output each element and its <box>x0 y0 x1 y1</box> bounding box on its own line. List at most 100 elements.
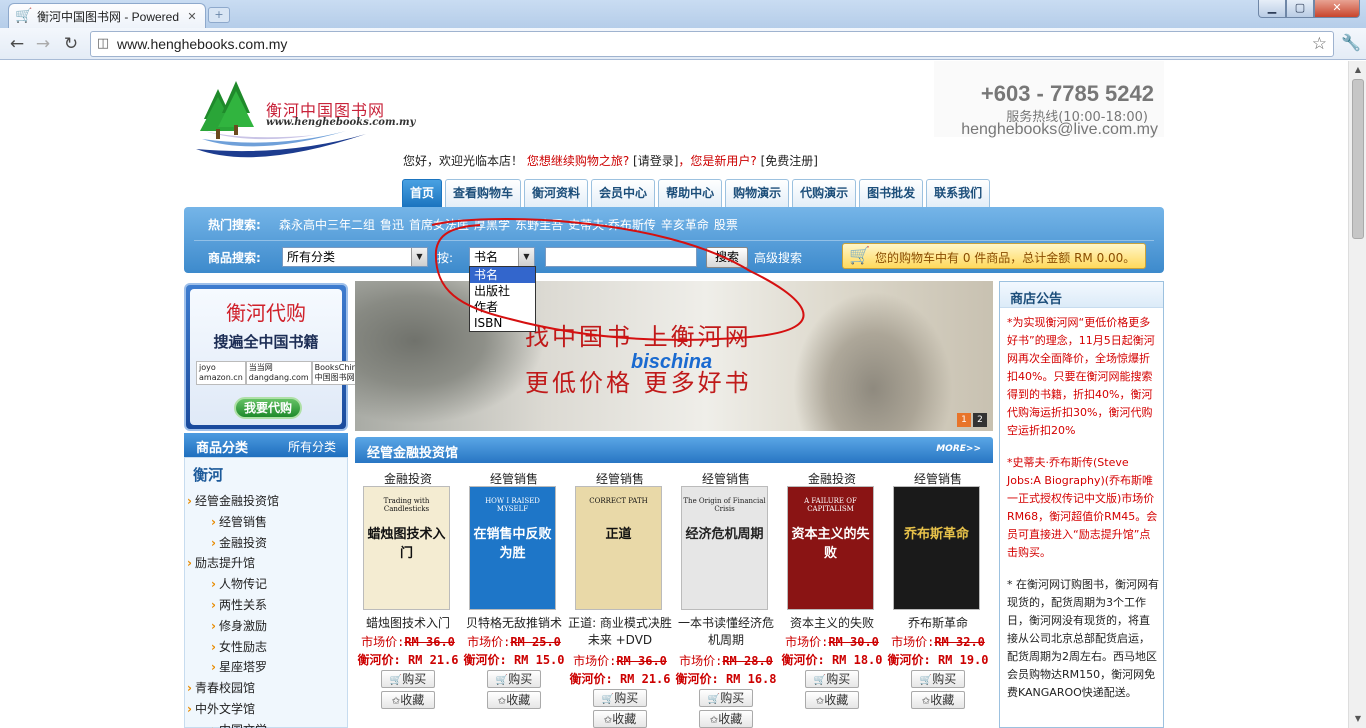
bookmark-star-icon[interactable]: ☆ <box>1312 34 1327 54</box>
category-item[interactable]: 女性励志 <box>211 638 267 655</box>
hot-term[interactable]: 首席女法医 <box>409 218 469 232</box>
book-cover-image[interactable]: 蜡烛图技术入门 Trading with Candlesticks <box>363 486 450 610</box>
book-cover-image[interactable]: 在销售中反败为胜 HOW I RAISED MYSELF <box>469 486 556 610</box>
proxy-service-banner[interactable]: 衡河代购 搜遍全中国书籍 joyo amazon.cn 当当网 dangdang… <box>184 283 385 431</box>
category-item[interactable]: 金融投资 <box>211 534 267 551</box>
nav-tab-8[interactable]: 联系我们 <box>926 179 991 207</box>
all-categories-link[interactable]: 所有分类 <box>288 438 336 455</box>
new-tab-button[interactable]: + <box>208 7 230 23</box>
hengh-price: 衡河价: RM 21.6 <box>567 670 673 687</box>
nav-tab-5[interactable]: 购物演示 <box>725 179 790 207</box>
nav-tab-3[interactable]: 会员中心 <box>591 179 656 207</box>
buy-button[interactable]: 🛒购买 <box>381 670 435 688</box>
hot-term[interactable]: 史蒂夫·乔布斯传 <box>568 218 656 232</box>
hot-term[interactable]: 辛亥革命 <box>661 218 709 232</box>
product-name[interactable]: 资本主义的失败 <box>779 615 885 632</box>
window-minimize-button[interactable]: ▁ <box>1258 0 1286 18</box>
book-cover-image[interactable]: 正道 CORRECT PATH <box>575 486 662 610</box>
product-name[interactable]: 贝特格无敌推销术 <box>461 615 567 632</box>
cart-summary[interactable]: 🛒 您的购物车中有 0 件商品，总计金额 RM 0.00。 <box>842 243 1146 269</box>
scrollbar-thumb[interactable] <box>1352 79 1364 239</box>
hengh-price-value: RM 21.6 <box>407 653 459 667</box>
forward-arrow-icon[interactable]: → <box>32 33 54 55</box>
product-name[interactable]: 一本书读懂经济危机周期 <box>673 615 779 649</box>
category-item[interactable]: 经管金融投资馆 <box>187 492 279 509</box>
wrench-menu-icon[interactable]: 🔧 <box>1340 32 1362 54</box>
buy-button[interactable]: 🛒购买 <box>699 689 753 707</box>
star-icon: ✩ <box>391 696 401 707</box>
book-cover-image[interactable]: 资本主义的失败 A FAILURE OF CAPITALISM <box>787 486 874 610</box>
nav-tab-4[interactable]: 帮助中心 <box>658 179 723 207</box>
category-item[interactable]: 人物传记 <box>211 575 267 592</box>
hengh-price-value: RM 18.0 <box>831 653 883 667</box>
hero-banner[interactable]: 找中国书 上衡河网 bischina 更低价格 更多好书 1 2 <box>355 281 993 431</box>
login-link[interactable]: [请登录] <box>633 154 678 168</box>
category-item[interactable]: 青春校园馆 <box>187 679 255 696</box>
search-by-select[interactable]: 书名 ▼ <box>469 247 535 267</box>
nav-tab-1[interactable]: 查看购物车 <box>445 179 522 207</box>
buy-button[interactable]: 🛒购买 <box>911 670 965 688</box>
category-item[interactable]: 中外文学馆 <box>187 700 255 717</box>
favorite-button[interactable]: ✩收藏 <box>381 691 435 709</box>
nav-tab-7[interactable]: 图书批发 <box>859 179 924 207</box>
proxy-buy-button[interactable]: 我要代购 <box>234 397 302 419</box>
product-name[interactable]: 乔布斯革命 <box>885 615 991 632</box>
address-bar[interactable]: ◫ www.henghebooks.com.my ☆ <box>90 31 1334 57</box>
favorite-button[interactable]: ✩收藏 <box>699 710 753 728</box>
window-close-button[interactable]: ✕ <box>1314 0 1360 18</box>
search-by-option[interactable]: ISBN <box>470 315 535 331</box>
search-by-option[interactable]: 书名 <box>470 267 535 283</box>
hot-term[interactable]: 厚黑学 <box>474 218 510 232</box>
hot-term[interactable]: 股票 <box>714 218 738 232</box>
search-by-option[interactable]: 作者 <box>470 299 535 315</box>
window-maximize-button[interactable]: ▢ <box>1286 0 1314 18</box>
search-button[interactable]: 搜索 <box>706 247 748 268</box>
category-item[interactable]: 修身激励 <box>211 617 267 634</box>
banner-page-1[interactable]: 1 <box>957 413 971 427</box>
nav-tab-2[interactable]: 衡河资料 <box>524 179 589 207</box>
favorite-button[interactable]: ✩收藏 <box>487 691 541 709</box>
hengh-price-value: RM 15.0 <box>513 653 565 667</box>
hot-term[interactable]: 东野圭吾 <box>515 218 563 232</box>
category-header: 商品分类 所有分类 <box>184 433 348 457</box>
nav-tab-0[interactable]: 首页 <box>402 179 443 207</box>
buy-button[interactable]: 🛒购买 <box>805 670 859 688</box>
banner-page-2[interactable]: 2 <box>973 413 987 427</box>
buy-button[interactable]: 🛒购买 <box>593 689 647 707</box>
hengh-price-label: 衡河价: <box>357 653 401 667</box>
favorite-button[interactable]: ✩收藏 <box>805 691 859 709</box>
category-item[interactable]: 两性关系 <box>211 596 267 613</box>
book-cover-image[interactable]: 经济危机周期 The Origin of Financial Crisis <box>681 486 768 610</box>
browser-tab[interactable]: 🛒 衡河中国图书网 - Powered ✕ <box>8 3 206 28</box>
site-logo[interactable]: 衡河中国图书网 www.henghebooks.com.my <box>196 79 415 161</box>
scroll-down-icon[interactable]: ▼ <box>1351 712 1365 726</box>
reload-icon[interactable]: ↻ <box>60 33 82 55</box>
category-root[interactable]: 衡河 <box>193 464 223 485</box>
hot-term[interactable]: 鲁迅 <box>380 218 404 232</box>
back-arrow-icon[interactable]: ← <box>6 33 28 55</box>
favorite-button[interactable]: ✩收藏 <box>911 691 965 709</box>
advanced-search-link[interactable]: 高级搜索 <box>754 249 802 266</box>
product-name[interactable]: 蜡烛图技术入门 <box>355 615 461 632</box>
category-item[interactable]: 经管销售 <box>211 513 267 530</box>
category-item[interactable]: 中国文学 <box>211 721 267 728</box>
buy-label: 购买 <box>932 672 957 686</box>
cart-summary-text: 您的购物车中有 0 件商品，总计金额 RM 0.00。 <box>875 251 1136 265</box>
buy-button[interactable]: 🛒购买 <box>487 670 541 688</box>
register-link[interactable]: [免费注册] <box>761 154 818 168</box>
scroll-up-icon[interactable]: ▲ <box>1351 63 1365 77</box>
category-item[interactable]: 励志提升馆 <box>187 554 255 571</box>
more-link[interactable]: MORE>> <box>936 444 981 454</box>
book-cover-image[interactable]: 乔布斯革命 <box>893 486 980 610</box>
category-item[interactable]: 星座塔罗 <box>211 658 267 675</box>
search-by-option[interactable]: 出版社 <box>470 283 535 299</box>
tab-close-icon[interactable]: ✕ <box>185 10 199 23</box>
favorite-button[interactable]: ✩收藏 <box>593 710 647 728</box>
vertical-scrollbar[interactable]: ▲ ▼ <box>1348 61 1366 728</box>
category-select[interactable]: 所有分类 ▼ <box>282 247 428 267</box>
nav-tab-6[interactable]: 代购演示 <box>792 179 857 207</box>
keyword-input[interactable] <box>545 247 697 267</box>
hot-term[interactable]: 森永高中三年二组 <box>279 218 375 232</box>
address-url[interactable]: www.henghebooks.com.my <box>117 36 287 52</box>
product-name[interactable]: 正道: 商业模式决胜未来 +DVD <box>567 615 673 649</box>
